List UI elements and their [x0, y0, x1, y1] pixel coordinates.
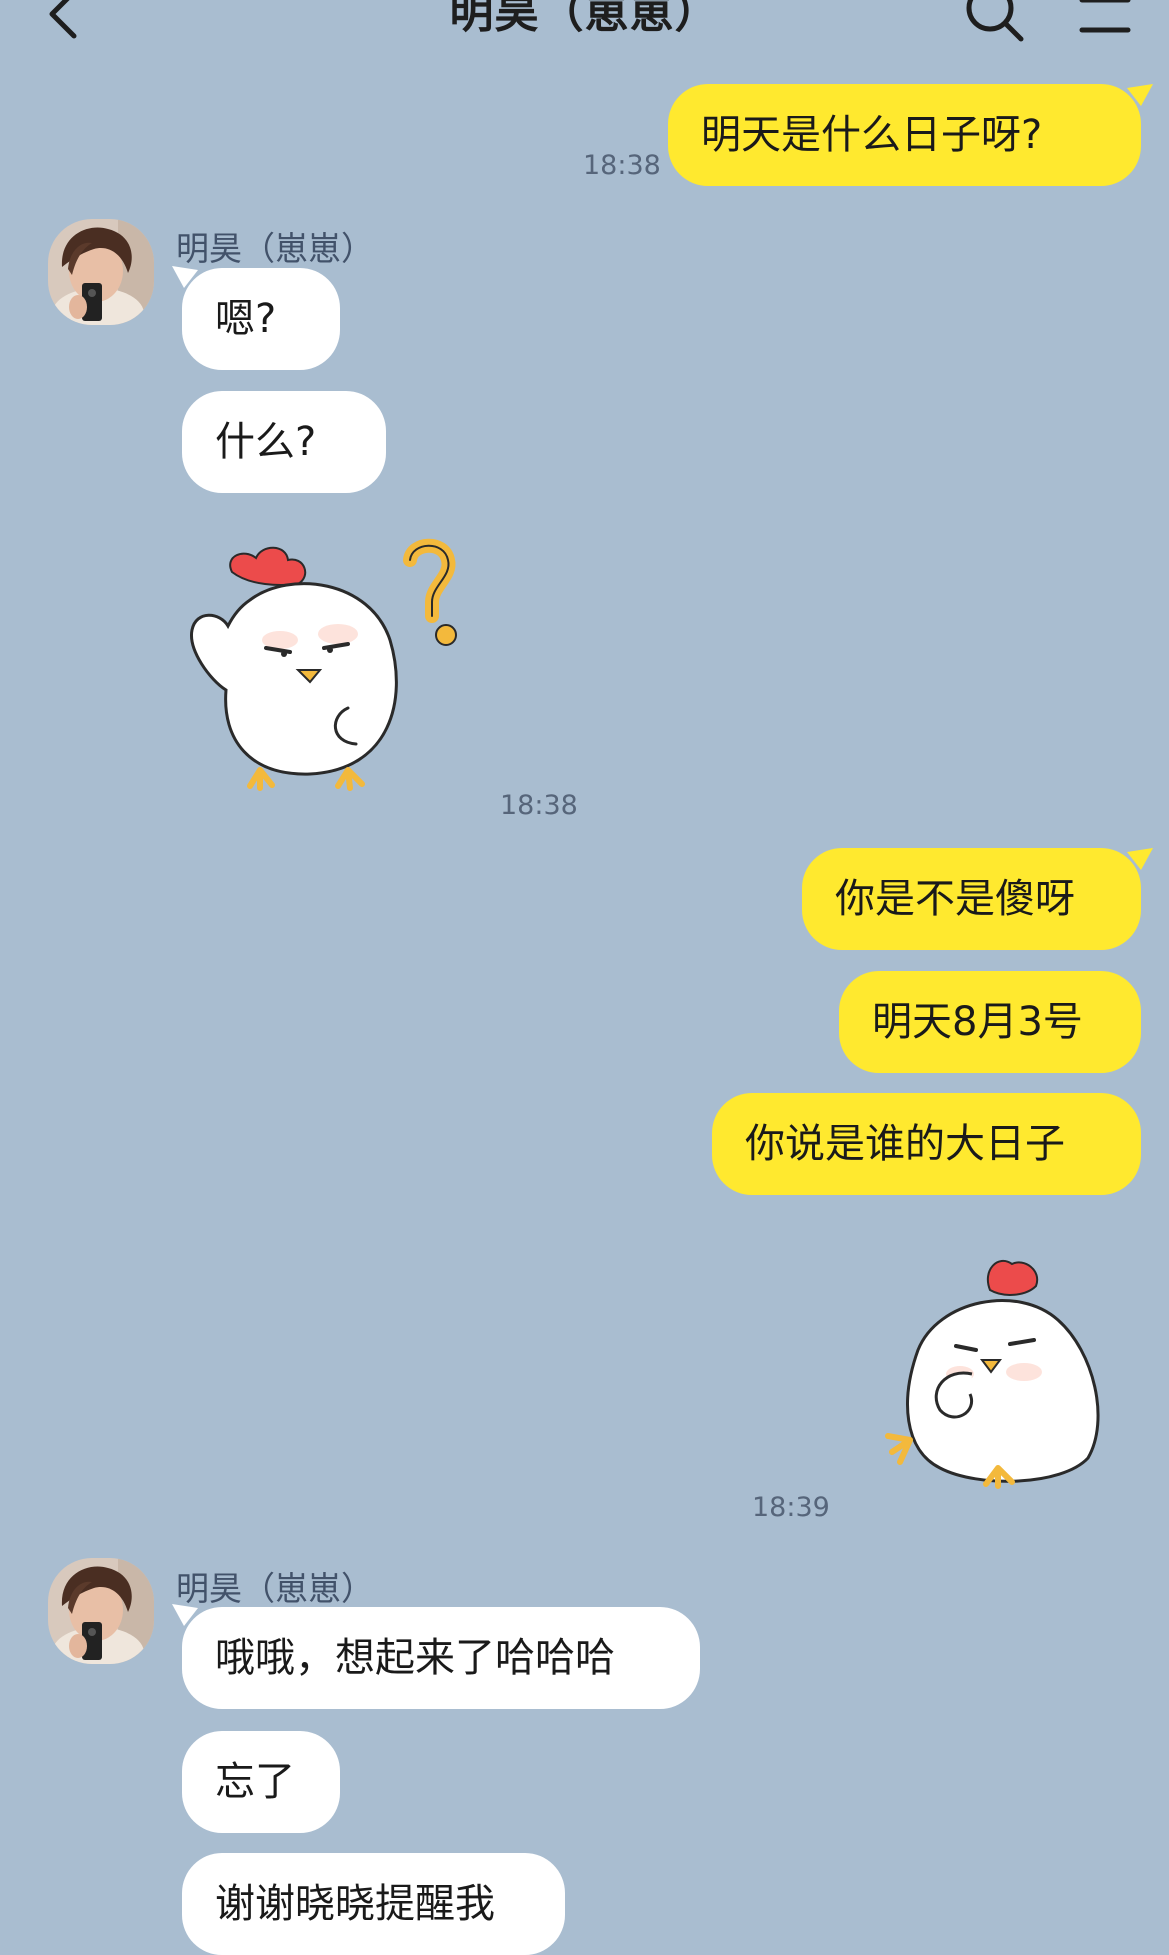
contact-avatar[interactable] — [48, 1558, 154, 1664]
chat-screen: 明昊（崽崽） 18:38 明天是什么日子呀? 明昊（崽崽） 嗯? 什么? 18:… — [0, 0, 1169, 1955]
top-bar: 明昊（崽崽） — [0, 0, 1169, 60]
avatar-photo — [48, 219, 154, 325]
incoming-message-bubble[interactable]: 嗯? — [182, 268, 340, 370]
outgoing-message-bubble[interactable]: 你说是谁的大日子 — [712, 1093, 1141, 1195]
message-timestamp: 18:38 — [500, 790, 578, 821]
incoming-message-bubble[interactable]: 哦哦，想起来了哈哈哈 — [182, 1607, 700, 1709]
search-button[interactable] — [962, 0, 1026, 44]
outgoing-message-bubble[interactable]: 明天是什么日子呀? — [668, 84, 1141, 186]
outgoing-bubble-tail — [1127, 848, 1153, 870]
menu-button[interactable] — [1076, 0, 1134, 44]
incoming-message-bubble[interactable]: 什么? — [182, 391, 386, 493]
incoming-message-bubble[interactable]: 谢谢晓晓提醒我 — [182, 1853, 565, 1955]
sticker-image — [885, 1260, 1100, 1489]
sender-name: 明昊（崽崽） — [176, 1569, 374, 1608]
chicken-thinking-sticker[interactable] — [848, 1240, 1106, 1490]
outgoing-message-bubble[interactable]: 你是不是傻呀 — [802, 848, 1141, 950]
sender-name: 明昊（崽崽） — [176, 229, 374, 268]
chicken-question-sticker[interactable] — [180, 530, 480, 800]
outgoing-message-bubble[interactable]: 明天8月3号 — [839, 971, 1141, 1073]
contact-avatar[interactable] — [48, 219, 154, 325]
incoming-message-bubble[interactable]: 忘了 — [182, 1731, 340, 1833]
outgoing-bubble-tail — [1127, 84, 1153, 106]
avatar-photo — [48, 1558, 154, 1664]
message-timestamp: 18:39 — [752, 1492, 830, 1523]
menu-icon — [1079, 0, 1131, 33]
message-timestamp: 18:38 — [583, 150, 661, 181]
search-icon — [966, 0, 1024, 42]
sticker-image — [190, 538, 457, 791]
